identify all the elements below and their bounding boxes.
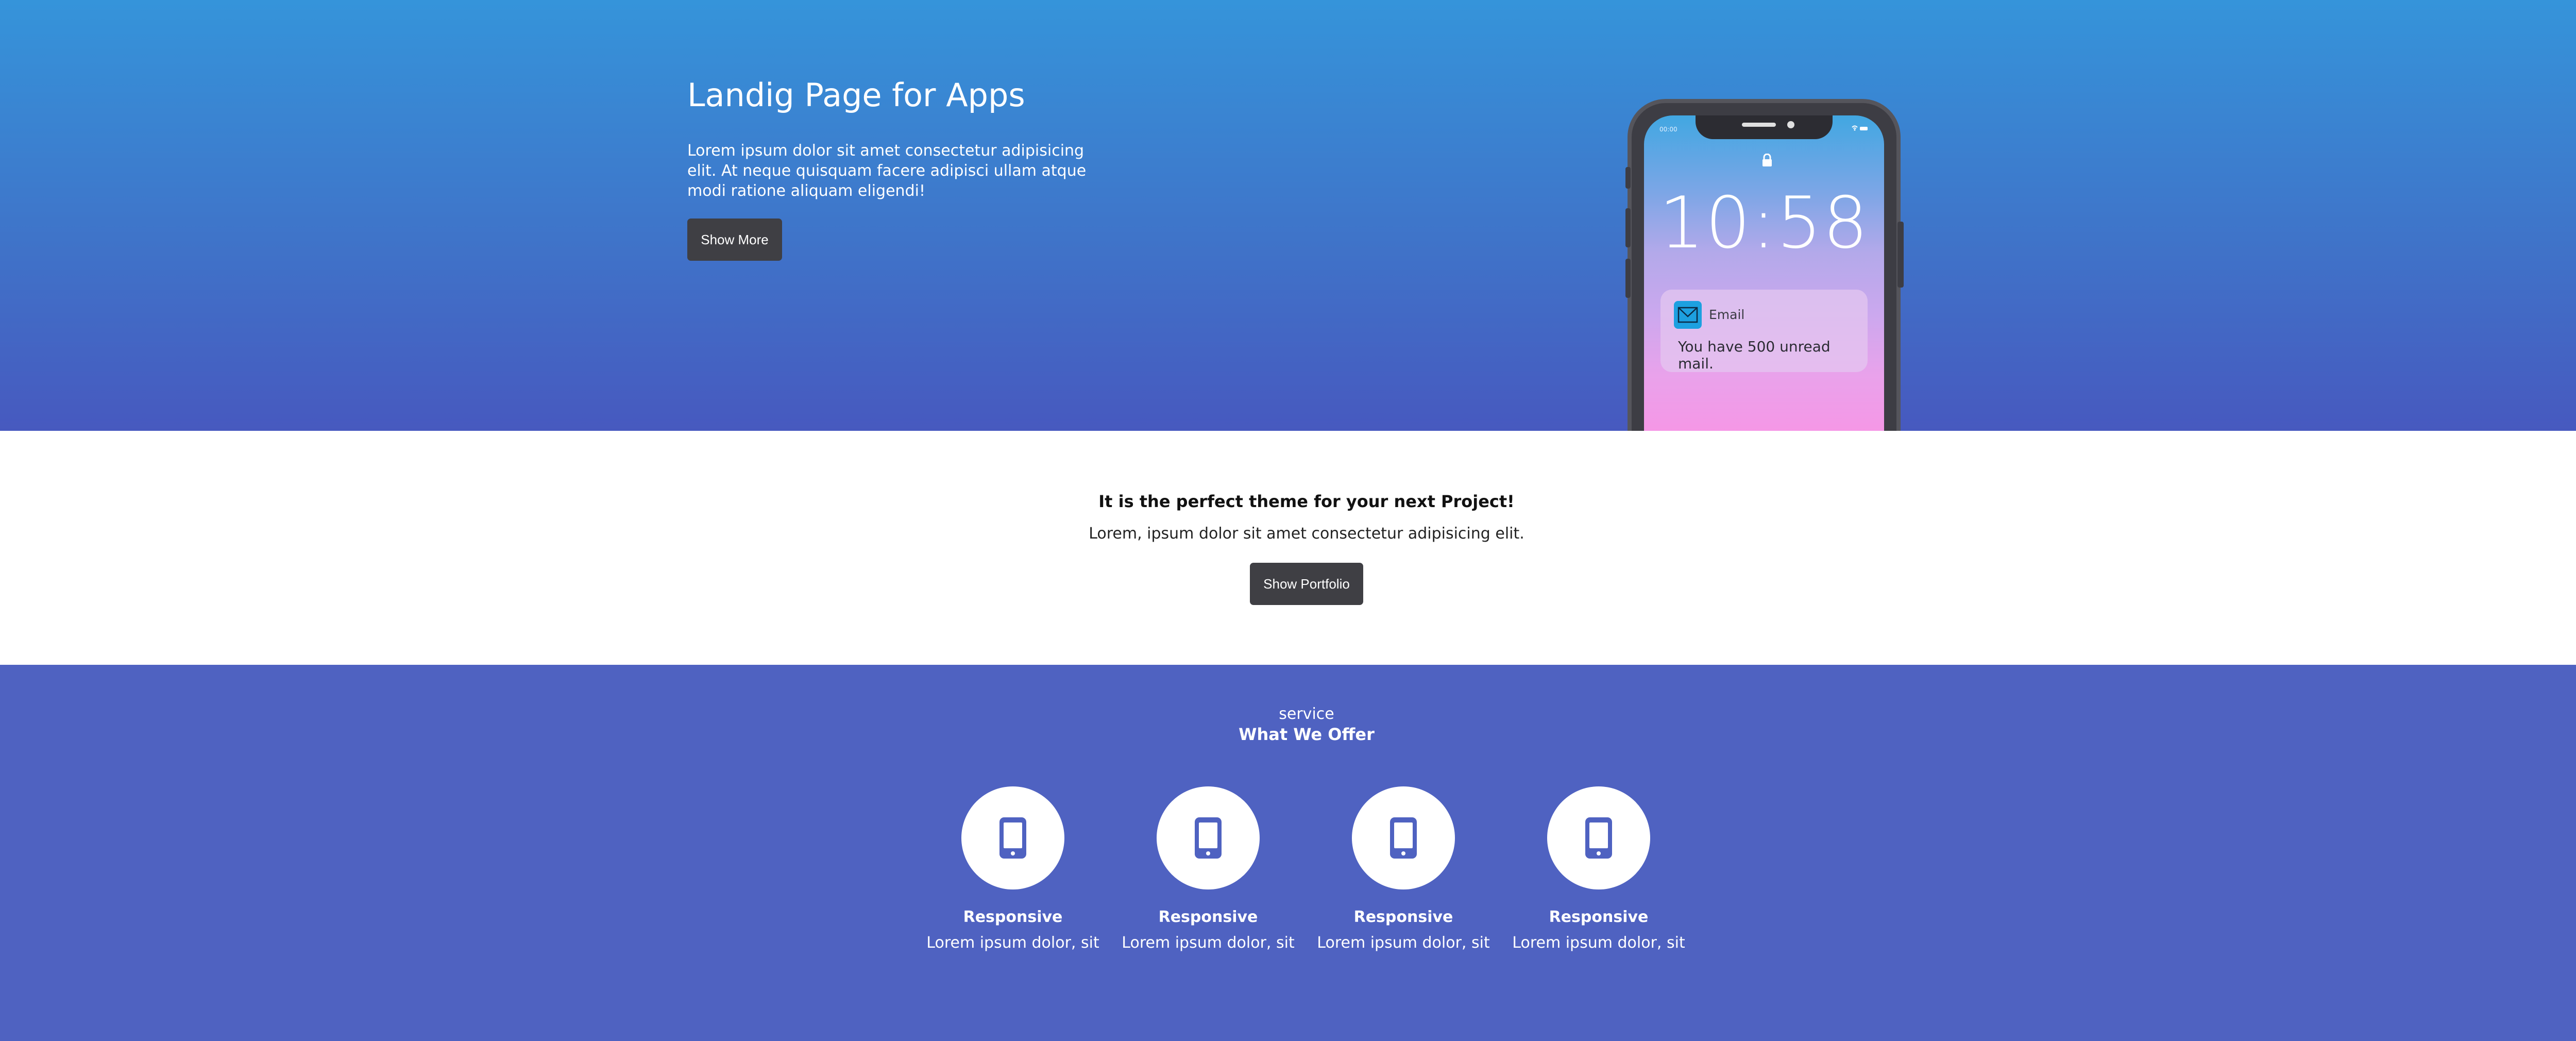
lock-icon: [1761, 153, 1773, 167]
service-icon-circle: [1157, 786, 1260, 889]
phone-side-button: [1625, 259, 1631, 298]
camera-icon: [1787, 121, 1794, 128]
hero-section: Landig Page for Apps Lorem ipsum dolor s…: [0, 0, 2576, 431]
notification-message: You have 500 unread mail.: [1678, 338, 1831, 372]
speaker-icon: [1742, 123, 1776, 127]
phone-mockup: 00:00 10:58 Email You have 500 unread ma…: [1628, 99, 1901, 431]
service-icon-circle: [961, 786, 1064, 889]
phone-power-button: [1897, 222, 1904, 288]
mobile-phone-icon: [1195, 817, 1222, 859]
service-description: Lorem ipsum dolor, sit: [1317, 934, 1490, 952]
service-icon-circle: [1547, 786, 1650, 889]
mobile-phone-icon: [1390, 817, 1417, 859]
service-description: Lorem ipsum dolor, sit: [926, 934, 1099, 952]
phone-screen: 00:00 10:58 Email You have 500 unread ma…: [1644, 115, 1884, 431]
lockscreen-clock: 10:58: [1659, 181, 1869, 264]
service-name: Responsive: [1158, 908, 1258, 926]
phone-notch: [1696, 115, 1833, 139]
services-kicker: service: [1279, 705, 1334, 723]
hero-title: Landig Page for Apps: [687, 76, 1025, 114]
service-card: Responsive Lorem ipsum dolor, sit: [1121, 786, 1296, 962]
cta-text: Lorem, ipsum dolor sit amet consectetur …: [1089, 525, 1524, 543]
notification-app-name: Email: [1709, 307, 1745, 322]
phone-side-button: [1625, 167, 1631, 189]
phone-side-button: [1625, 208, 1631, 247]
service-name: Responsive: [1549, 908, 1649, 926]
show-portfolio-button[interactable]: Show Portfolio: [1250, 563, 1363, 605]
services-section: service What We Offer Responsive Lorem i…: [0, 665, 2576, 1041]
service-card: Responsive Lorem ipsum dolor, sit: [925, 786, 1100, 962]
services-title: What We Offer: [1239, 725, 1375, 744]
service-description: Lorem ipsum dolor, sit: [1122, 934, 1295, 952]
status-bar-time: 00:00: [1659, 126, 1677, 133]
service-name: Responsive: [963, 908, 1063, 926]
service-card: Responsive Lorem ipsum dolor, sit: [1316, 786, 1491, 962]
service-icon-circle: [1352, 786, 1455, 889]
service-name: Responsive: [1353, 908, 1453, 926]
mobile-phone-icon: [999, 817, 1026, 859]
show-more-button[interactable]: Show More: [687, 219, 782, 261]
email-notification[interactable]: Email You have 500 unread mail.: [1660, 290, 1868, 372]
mail-icon: [1674, 301, 1702, 329]
hero-description: Lorem ipsum dolor sit amet consectetur a…: [687, 142, 1087, 200]
service-card: Responsive Lorem ipsum dolor, sit: [1511, 786, 1686, 962]
cta-title: It is the perfect theme for your next Pr…: [1098, 492, 1515, 511]
mobile-phone-icon: [1585, 817, 1612, 859]
service-description: Lorem ipsum dolor, sit: [1512, 934, 1685, 952]
wifi-battery-icon: [1851, 125, 1869, 134]
cta-section: It is the perfect theme for your next Pr…: [0, 431, 2576, 665]
